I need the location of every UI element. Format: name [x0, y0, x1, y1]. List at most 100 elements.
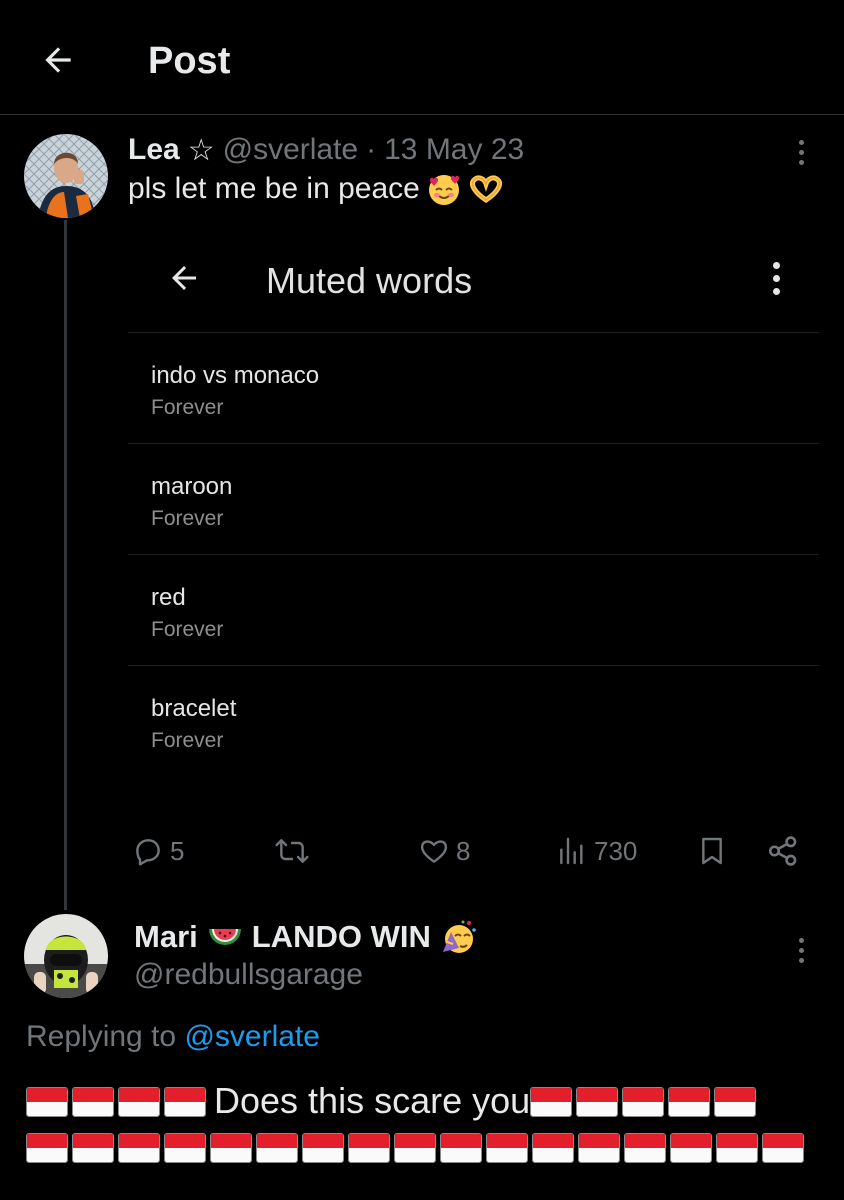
- more-dot: [798, 159, 804, 165]
- indonesia-flag-icon: [348, 1133, 390, 1163]
- indonesia-flag-icon: [762, 1133, 804, 1163]
- more-dot: [772, 274, 780, 282]
- indonesia-flag-icon: [210, 1133, 252, 1163]
- reply-text-content: Does this scare you: [214, 1080, 531, 1121]
- heart-hands-icon: [469, 175, 502, 204]
- arrow-left-icon: [45, 47, 71, 73]
- user-avatar-image: [24, 914, 108, 998]
- reply-bubble-icon: [136, 839, 160, 866]
- reply-author-display-name[interactable]: Mari LANDO WIN: [134, 916, 477, 958]
- like-count: 8: [456, 835, 471, 866]
- heart-icon: [420, 840, 448, 863]
- reply-author-handle[interactable]: @redbullsgarage: [134, 958, 363, 992]
- flag-group: [26, 1080, 210, 1121]
- indonesia-flag-icon: [118, 1133, 160, 1163]
- indonesia-flag-icon: [624, 1133, 666, 1163]
- muted-word: indo vs monaco: [151, 362, 320, 389]
- indonesia-flag-icon: [532, 1133, 574, 1163]
- muted-word: maroon: [151, 473, 233, 500]
- muted-word-item: red Forever: [128, 554, 819, 664]
- muted-word: bracelet: [151, 695, 237, 722]
- indonesia-flag-icon: [256, 1133, 298, 1163]
- share-nodes-icon: [768, 836, 797, 866]
- embedded-screenshot-image[interactable]: Muted words indo vs monaco Forever maroo…: [128, 230, 819, 790]
- muted-word: red: [151, 584, 186, 611]
- star-badge-icon: ☆: [187, 133, 215, 167]
- muted-duration: Forever: [151, 618, 224, 641]
- indonesia-flag-icon: [578, 1133, 620, 1163]
- muted-word-item: bracelet Forever: [128, 665, 819, 775]
- flag-group: [530, 1080, 760, 1121]
- post-more-options-button[interactable]: [786, 132, 816, 172]
- like-button[interactable]: 8: [418, 828, 470, 874]
- post-text: pls let me be in peace: [128, 172, 504, 206]
- author-handle[interactable]: @sverlate: [223, 133, 359, 167]
- avatar[interactable]: [24, 914, 108, 998]
- reply-name-part2: LANDO WIN: [251, 919, 431, 954]
- reply-text: Does this scare you: [26, 1078, 826, 1170]
- indonesia-flag-icon: [72, 1133, 114, 1163]
- repost-button[interactable]: [274, 828, 310, 874]
- indonesia-flag-icon: [26, 1087, 68, 1117]
- muted-word-item: indo vs monaco Forever: [128, 332, 819, 442]
- reply-name-part1: Mari: [134, 919, 198, 954]
- reply-more-options-button[interactable]: [786, 930, 816, 970]
- indonesia-flag-icon: [670, 1133, 712, 1163]
- more-dot: [772, 261, 780, 269]
- replying-to-mention-link[interactable]: @sverlate: [184, 1020, 320, 1053]
- watermelon-icon: [208, 929, 241, 945]
- indonesia-flag-icon: [530, 1087, 573, 1117]
- indonesia-flag-icon: [716, 1133, 758, 1163]
- page-title: Post: [148, 40, 231, 82]
- indonesia-flag-icon: [164, 1087, 206, 1117]
- analytics-bars-icon: [560, 837, 583, 865]
- user-avatar-image: [24, 134, 108, 218]
- separator-dot: ·: [366, 133, 377, 166]
- more-dot: [798, 139, 804, 145]
- muted-word-item: maroon Forever: [128, 443, 819, 553]
- indonesia-flag-icon: [118, 1087, 160, 1117]
- replying-to-prefix: Replying to: [26, 1020, 177, 1053]
- muted-duration: Forever: [151, 396, 224, 419]
- indonesia-flag-icon: [26, 1133, 68, 1163]
- bookmark-button[interactable]: [696, 828, 728, 874]
- smiling-face-with-hearts-icon: [428, 175, 459, 205]
- screenshot-more-options-icon: [761, 258, 791, 298]
- indonesia-flag-icon: [714, 1087, 757, 1117]
- thread-connector-line: [64, 220, 67, 910]
- indonesia-flag-icon: [164, 1133, 206, 1163]
- indonesia-flag-icon: [72, 1087, 114, 1117]
- flag-group: [26, 1124, 826, 1170]
- view-count: 730: [594, 835, 638, 866]
- bookmark-icon: [702, 837, 722, 865]
- header-divider: [0, 114, 844, 115]
- indonesia-flag-icon: [576, 1087, 619, 1117]
- partying-face-icon: [442, 920, 476, 953]
- indonesia-flag-icon: [668, 1087, 711, 1117]
- more-dot: [772, 287, 780, 295]
- reply-count: 5: [170, 835, 185, 866]
- more-dot: [798, 957, 804, 963]
- reply-button[interactable]: 5: [132, 828, 184, 874]
- muted-duration: Forever: [151, 729, 224, 752]
- views-button[interactable]: 730: [556, 828, 637, 874]
- post-text-content: pls let me be in peace: [128, 172, 420, 205]
- indonesia-flag-icon: [302, 1133, 344, 1163]
- indonesia-flag-icon: [394, 1133, 436, 1163]
- share-button[interactable]: [766, 828, 800, 874]
- screenshot-back-arrow-icon: [162, 256, 206, 300]
- author-display-name[interactable]: Lea: [128, 133, 180, 167]
- indonesia-flag-icon: [486, 1133, 528, 1163]
- avatar[interactable]: [24, 134, 108, 218]
- more-dot: [798, 937, 804, 943]
- post-date[interactable]: 13 May 23: [384, 133, 524, 167]
- back-button[interactable]: [36, 38, 80, 82]
- more-dot: [798, 149, 804, 155]
- muted-duration: Forever: [151, 507, 224, 530]
- more-dot: [798, 947, 804, 953]
- repost-icon: [275, 839, 309, 863]
- reply-text-line-1: Does this scare you: [26, 1078, 826, 1124]
- screenshot-title: Muted words: [266, 260, 473, 301]
- indonesia-flag-icon: [622, 1087, 665, 1117]
- post-action-bar: 5 8 730: [128, 828, 818, 874]
